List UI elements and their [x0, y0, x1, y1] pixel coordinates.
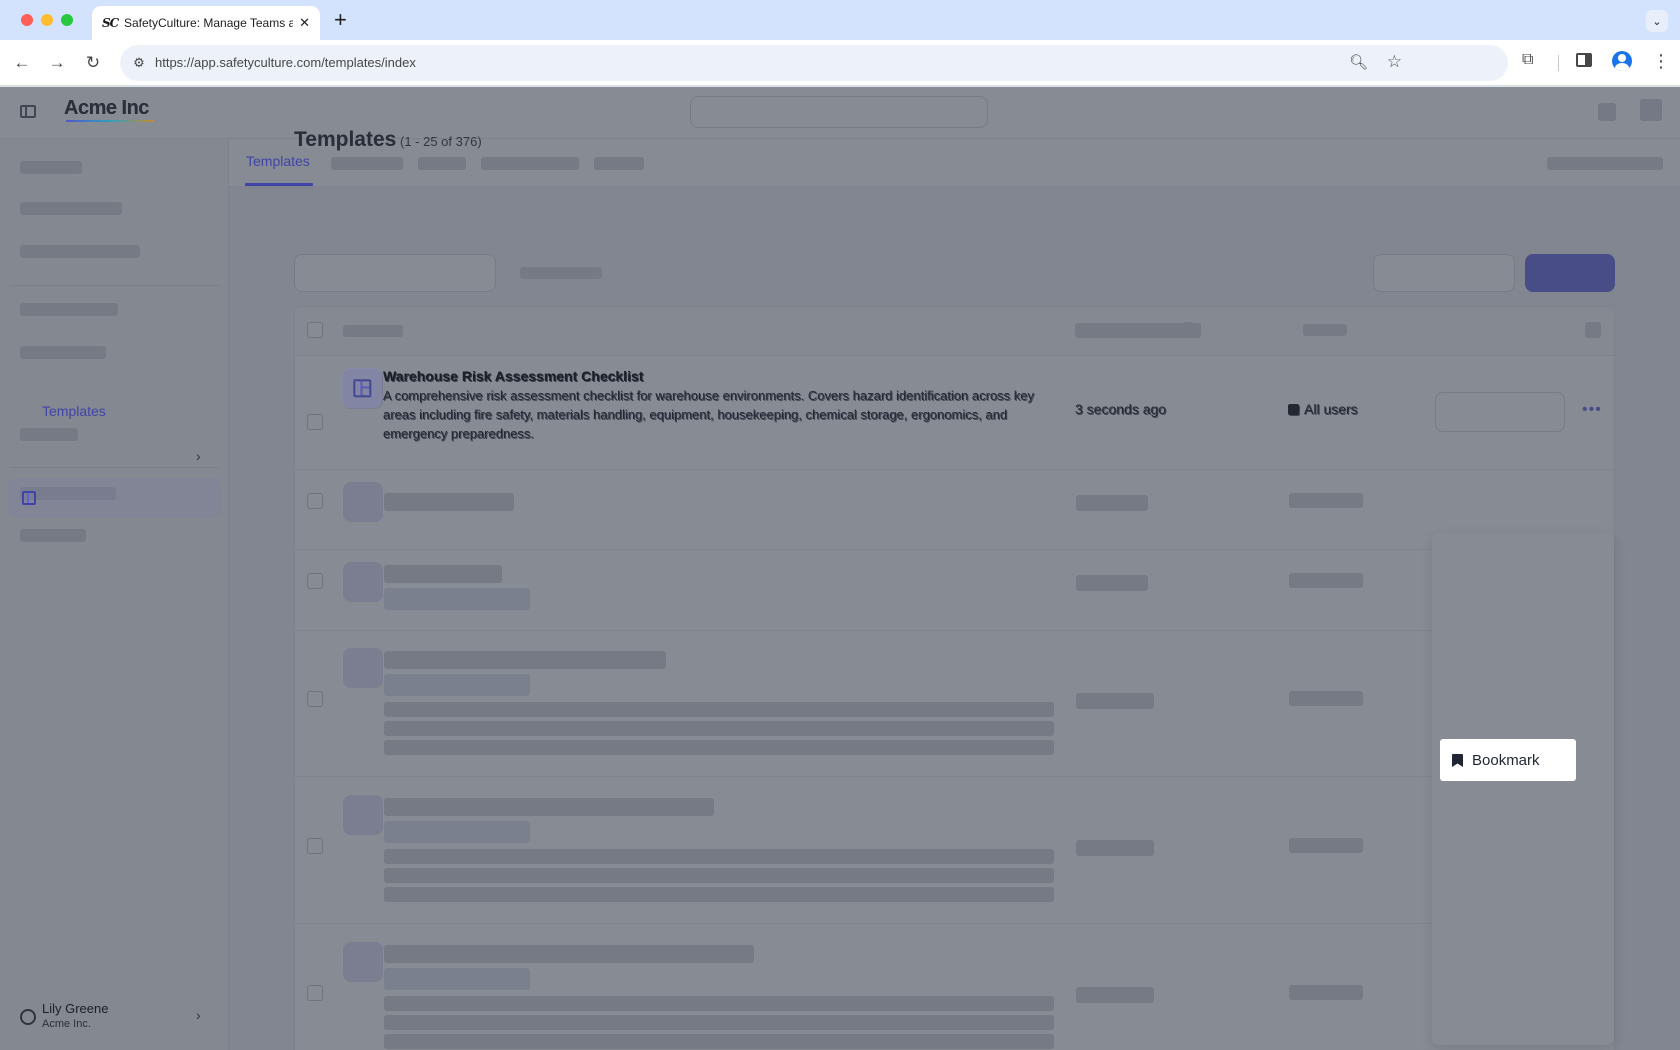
browser-tab[interactable]: SC SafetyCulture: Manage Teams and... ✕	[92, 6, 320, 40]
tab-search-button[interactable]: ⌄	[1646, 10, 1668, 32]
browser-tab-bar: SC SafetyCulture: Manage Teams and... ✕ …	[0, 0, 1680, 40]
window-minimize-button[interactable]	[41, 14, 53, 26]
user-org: Acme Inc.	[42, 1018, 91, 1030]
safetyculture-favicon-icon: SC	[102, 16, 119, 30]
tab-title: SafetyCulture: Manage Teams and...	[124, 16, 294, 30]
side-panel-icon[interactable]	[1576, 53, 1592, 67]
window-maximize-button[interactable]	[61, 14, 73, 26]
user-name[interactable]: Lily Greene	[42, 1001, 108, 1016]
profile-avatar-icon[interactable]	[1612, 51, 1632, 71]
address-bar[interactable]: ⚙ https://app.safetyculture.com/template…	[120, 45, 1508, 81]
star-icon[interactable]: ☆	[1387, 52, 1402, 72]
bookmark-icon	[1452, 753, 1463, 767]
extensions-puzzle-icon[interactable]: ⧉	[1522, 51, 1533, 69]
modal-dim-overlay	[0, 87, 1680, 1050]
forward-arrow-icon[interactable]: →	[44, 50, 70, 76]
back-arrow-icon[interactable]: ←	[9, 50, 35, 76]
tab-templates[interactable]: Templates	[246, 153, 310, 169]
address-url[interactable]: https://app.safetyculture.com/templates/…	[155, 55, 416, 70]
bookmark-label: Bookmark	[1472, 751, 1540, 769]
browser-menu-icon[interactable]: ⋮	[1652, 51, 1670, 71]
bookmark-menu-item[interactable]: Bookmark	[1440, 739, 1576, 781]
browser-toolbar: ← → ↻ ⚙ https://app.safetyculture.com/te…	[0, 40, 1680, 86]
new-tab-button[interactable]: +	[334, 8, 347, 32]
sidebar-item-templates[interactable]: Templates	[42, 403, 106, 419]
reload-icon[interactable]: ↻	[80, 50, 106, 76]
window-close-button[interactable]	[21, 14, 33, 26]
site-info-icon[interactable]: ⚙	[130, 54, 148, 72]
page-title: Templates	[294, 128, 397, 151]
toolbar-divider	[1558, 55, 1559, 71]
page-count: (1 - 25 of 376)	[400, 134, 482, 149]
tab-close-icon[interactable]: ✕	[299, 15, 310, 31]
zoom-icon[interactable]: 🔍︎	[1349, 53, 1368, 71]
